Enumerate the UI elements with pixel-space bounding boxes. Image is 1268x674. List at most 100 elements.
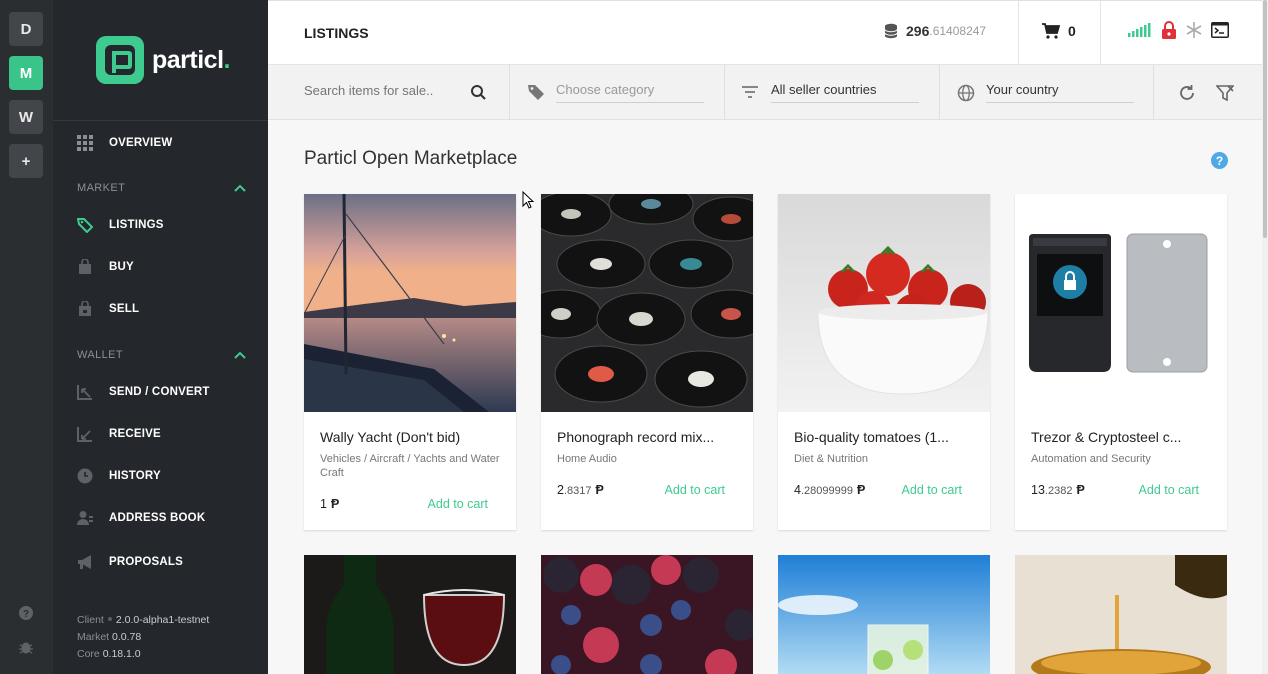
seller-countries-select[interactable]: All seller countries [771, 82, 877, 97]
cart-icon [1042, 23, 1060, 39]
sidebar-divider [53, 120, 268, 121]
listing-card[interactable]: Trezor & Cryptosteel c... Automation and… [1015, 194, 1227, 530]
main-content: Particl Open Marketplace ? Wally Yacht (… [268, 120, 1262, 674]
sidebar-item-label: ADDRESS BOOK [109, 512, 206, 524]
sidebar-item-proposals[interactable]: PROPOSALS [77, 552, 183, 572]
client-version: 2.0.0-alpha1-testnet [115, 614, 210, 626]
refresh-icon[interactable] [1178, 84, 1196, 102]
sidebar-item-listings[interactable]: LISTINGS [77, 215, 164, 235]
category-underline [556, 102, 704, 103]
bug-icon[interactable] [18, 639, 34, 655]
listing-image-wine[interactable] [304, 555, 516, 674]
sidebar-item-sell[interactable]: SELL [77, 299, 139, 319]
add-to-cart-button[interactable]: Add to cart [902, 483, 962, 497]
listing-card[interactable]: Phonograph record mix... Home Audio 2.83… [541, 194, 753, 530]
client-label: Client [77, 614, 104, 626]
svg-text:?: ? [23, 609, 29, 620]
add-to-cart-button[interactable]: Add to cart [665, 483, 725, 497]
add-to-cart-button[interactable]: Add to cart [1139, 483, 1199, 497]
switcher-add-button[interactable]: + [9, 144, 43, 178]
filter-bar: Choose category All seller countries You… [268, 65, 1262, 120]
contacts-icon [77, 510, 93, 526]
cart-button[interactable]: 0 [1042, 23, 1076, 39]
megaphone-icon [77, 554, 93, 570]
tag-icon [528, 85, 544, 100]
sidebar-item-buy[interactable]: BUY [77, 257, 134, 277]
console-icon[interactable] [1211, 22, 1229, 38]
chevron-up-icon[interactable] [233, 350, 247, 360]
receive-arrow-icon [77, 426, 93, 442]
search-input[interactable] [304, 83, 454, 98]
listing-price: 4.28099999 Ᵽ [794, 483, 866, 497]
page-title: LISTINGS [304, 25, 369, 41]
scrollbar-thumb[interactable] [1263, 0, 1267, 238]
logo-text: particl [152, 45, 224, 74]
sidebar-item-label: BUY [109, 261, 134, 273]
listing-image-trezor[interactable] [1015, 194, 1227, 412]
switcher-m-button[interactable]: M [9, 56, 43, 90]
seller-countries-underline [771, 102, 919, 103]
marketplace-title: Particl Open Marketplace [304, 148, 518, 169]
filter-actions [1154, 65, 1262, 120]
sidebar-item-overview[interactable]: OVERVIEW [77, 133, 172, 153]
balance-decimal: .61408247 [929, 24, 987, 38]
listing-image-records[interactable] [541, 194, 753, 412]
listing-category: Automation and Security [1031, 453, 1151, 465]
sidebar-item-history[interactable]: HISTORY [77, 466, 161, 486]
store-icon [77, 301, 93, 317]
clear-filter-icon[interactable] [1216, 84, 1234, 102]
switcher-w-button[interactable]: W [9, 100, 43, 134]
listing-title[interactable]: Wally Yacht (Don't bid) [320, 429, 505, 445]
category-filter[interactable]: Choose category [510, 65, 725, 120]
shopping-bag-icon [77, 259, 93, 275]
sidebar-item-address-book[interactable]: ADDRESS BOOK [77, 508, 205, 528]
add-to-cart-button[interactable]: Add to cart [428, 497, 488, 511]
lock-icon[interactable] [1161, 21, 1177, 39]
help-circle-icon[interactable]: ? [18, 605, 34, 621]
header: LISTINGS 296.61408247 0 [268, 0, 1268, 65]
listing-image-tomatoes[interactable] [778, 194, 990, 412]
listing-price: 1Ᵽ [320, 497, 340, 511]
sidebar-item-label: PROPOSALS [109, 556, 184, 568]
listing-card[interactable]: Bio-quality tomatoes (1... Diet & Nutrit… [778, 194, 990, 530]
listing-title[interactable]: Trezor & Cryptosteel c... [1031, 429, 1216, 445]
search-icon[interactable] [470, 84, 488, 102]
listing-image-berries[interactable] [541, 555, 753, 674]
tag-icon [77, 217, 93, 233]
sidebar-item-send-convert[interactable]: SEND / CONVERT [77, 382, 210, 402]
your-country-underline [986, 102, 1134, 103]
listing-price: 13.2382 Ᵽ [1031, 483, 1085, 497]
status-icons [1128, 21, 1229, 39]
clock-icon [77, 468, 93, 484]
core-label: Core [77, 648, 100, 660]
listing-card[interactable]: Wally Yacht (Don't bid) Vehicles / Aircr… [304, 194, 516, 530]
listing-title[interactable]: Phonograph record mix... [557, 429, 742, 445]
chevron-up-icon[interactable] [233, 183, 247, 193]
globe-icon [957, 84, 975, 102]
listing-image-honey[interactable] [1015, 555, 1227, 674]
core-version: 0.18.1.0 [102, 648, 141, 660]
listing-image-yacht[interactable] [304, 194, 516, 412]
sidebar-item-label: HISTORY [109, 470, 161, 482]
filter-icon [742, 86, 758, 98]
help-button[interactable]: ? [1211, 152, 1228, 169]
listing-title[interactable]: Bio-quality tomatoes (1... [794, 429, 979, 445]
coins-stack-icon [884, 23, 898, 39]
sidebar-item-receive[interactable]: RECEIVE [77, 424, 161, 444]
seller-countries-filter[interactable]: All seller countries [725, 65, 940, 120]
sidebar-item-label: RECEIVE [109, 428, 161, 440]
sidebar: particl. OVERVIEW MARKET LISTINGS BUY SE… [53, 0, 268, 674]
sidebar-item-label: OVERVIEW [109, 137, 173, 149]
listing-category: Home Audio [557, 453, 617, 465]
your-country-filter[interactable]: Your country [940, 65, 1154, 120]
your-country-select[interactable]: Your country [986, 82, 1059, 97]
snowflake-icon[interactable] [1186, 22, 1202, 38]
listing-image-lemonade[interactable] [778, 555, 990, 674]
mouse-cursor-icon [522, 191, 534, 209]
balance-integer: 296 [906, 23, 930, 39]
switcher-d-button[interactable]: D [9, 12, 43, 46]
category-select[interactable]: Choose category [556, 82, 654, 97]
signal-bars-icon[interactable] [1128, 23, 1152, 37]
wallet-balance[interactable]: 296.61408247 [884, 23, 986, 39]
header-divider [1018, 1, 1019, 65]
